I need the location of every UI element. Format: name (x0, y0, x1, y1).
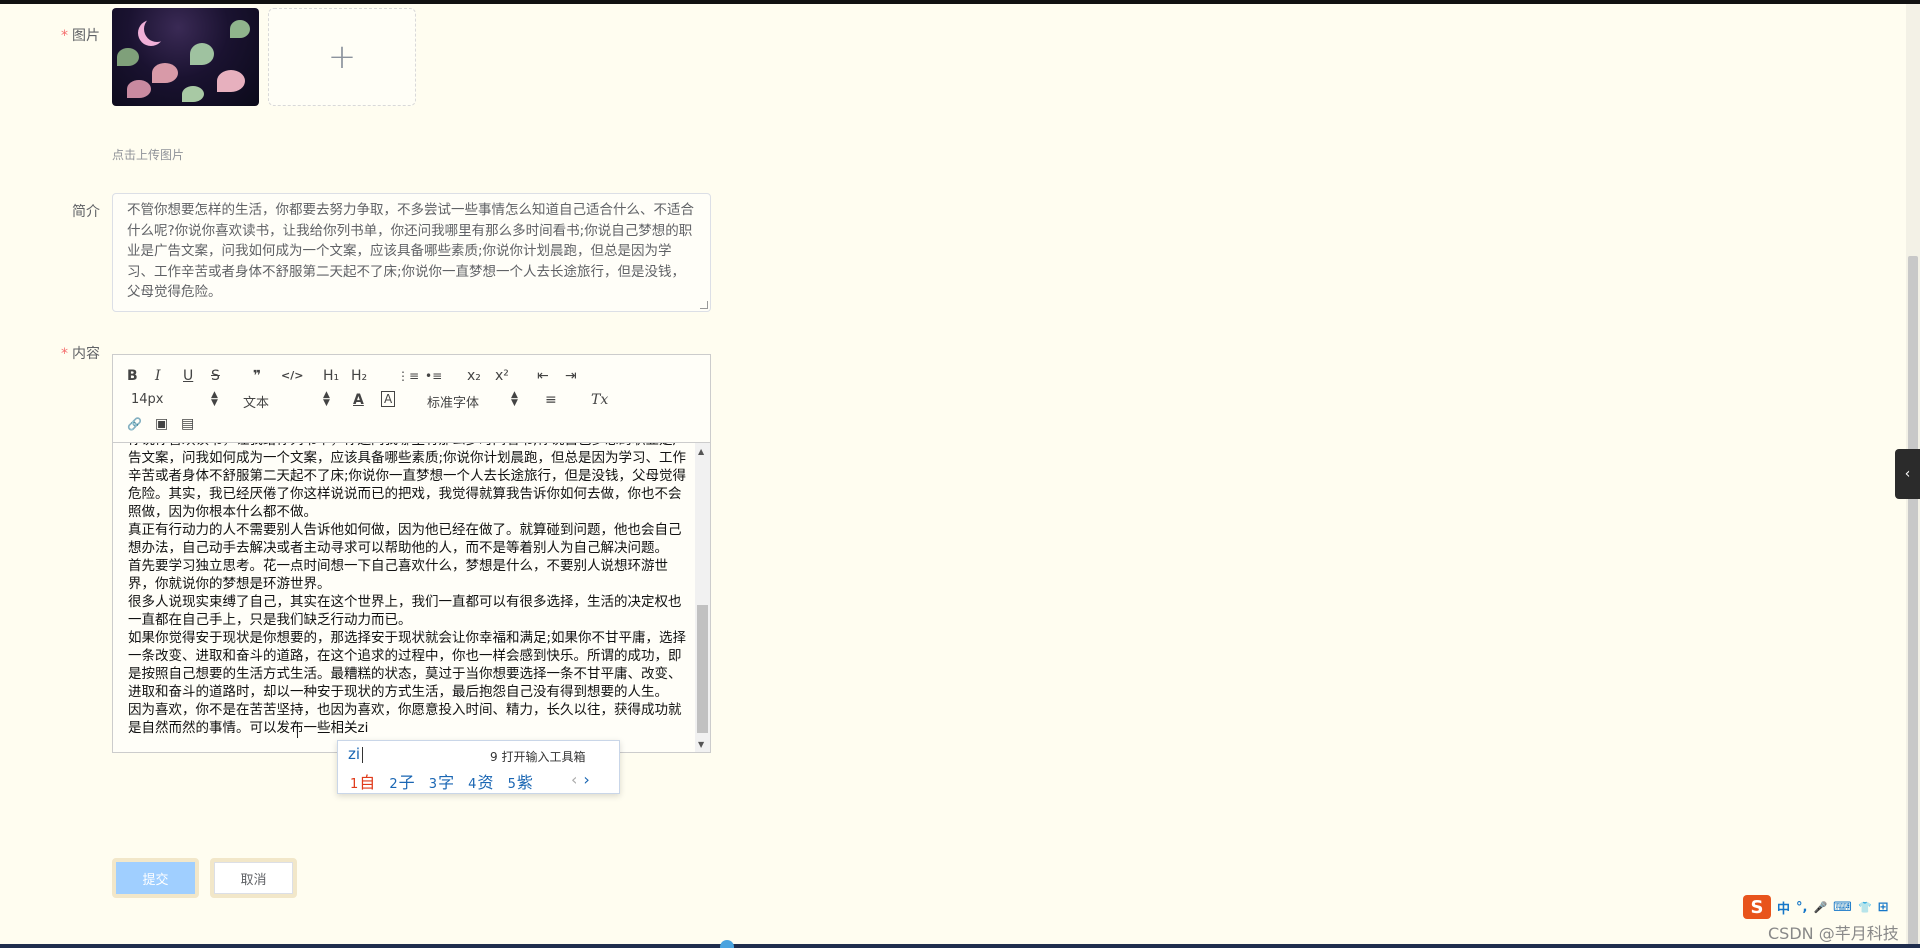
code-block-button[interactable]: </> (281, 367, 303, 385)
image-insert-button[interactable]: ▣ (155, 415, 168, 433)
clean-format-button[interactable]: Tx (591, 391, 608, 409)
italic-button[interactable]: I (155, 367, 161, 385)
editor-paragraph: 因为喜欢，你不是在苦苦坚持，也因为喜欢，你愿意投入时间、精力，长久以往，获得成功… (128, 702, 682, 736)
editor-paragraph: 如果你觉得安于现状是你想要的，那选择安于现状就会让你幸福和满足;如果你不甘平庸，… (128, 630, 687, 700)
header1-button[interactable]: H₁ (323, 367, 339, 385)
editor-paragraph: 首先要学习独立思考。花一点时间想一下自己喜欢什么，梦想是什么，不要别人说想环游世… (128, 558, 668, 592)
ime-candidate[interactable]: 2子 (389, 773, 414, 792)
bold-button[interactable]: B (127, 367, 138, 385)
size-picker[interactable]: 14px ▲ ▼ (131, 391, 221, 410)
blockquote-button[interactable]: ❞ (253, 367, 261, 385)
header-picker[interactable]: 文本 ▲ ▼ (243, 391, 333, 412)
underline-button[interactable]: U (183, 367, 193, 385)
cancel-button[interactable]: 取消 (210, 858, 297, 898)
image-label: * 图片 (61, 28, 100, 44)
intro-textarea[interactable]: 不管你想要怎样的生活，你都要去努力争取，不多尝试一些事情怎么知道自己适合什么、不… (112, 193, 711, 312)
moon-shape (144, 16, 170, 42)
apps-icon[interactable]: ⊞ (1878, 900, 1889, 915)
taskbar-indicator (720, 940, 734, 948)
chevron-down-icon: ▼ (211, 398, 218, 408)
ime-status-bar: S 中 °, 🎤 ⌨ 👕 ⊞ (1743, 893, 1920, 921)
ime-prev-icon[interactable]: ‹ (571, 770, 577, 789)
plus-icon: + (327, 37, 357, 77)
keyboard-icon[interactable]: ⌨ (1833, 900, 1852, 915)
editor-toolbar: B I U S ❞ </> H₁ H₂ ⋮≡ •≡ x₂ x² ⇤ ⇥ 14px… (112, 354, 711, 443)
subscript-button[interactable]: x₂ (467, 367, 481, 385)
chevron-down-icon: ▼ (511, 398, 518, 408)
scroll-down-icon[interactable]: ▼ (698, 740, 704, 749)
page-scroll-thumb[interactable] (1908, 256, 1918, 946)
chevron-left-icon: ‹ (1904, 466, 1911, 482)
ime-page-nav: ‹ › (571, 770, 590, 789)
taskbar-edge (0, 944, 1920, 948)
mic-icon[interactable]: 🎤 (1813, 901, 1827, 914)
punctuation-icon[interactable]: °, (1796, 900, 1807, 915)
text-color-button[interactable]: A (353, 391, 364, 409)
scroll-up-icon[interactable]: ▲ (698, 447, 704, 456)
side-collapse-tab[interactable]: ‹ (1895, 449, 1920, 499)
video-insert-button[interactable]: ▤ (181, 415, 194, 433)
required-mark: * (61, 28, 68, 44)
ime-candidate-window: zi 9 打开输入工具箱 1自 2子 3字 4资 5紫 ‹ › (337, 740, 620, 794)
ime-next-icon[interactable]: › (583, 770, 589, 789)
align-button[interactable]: ≡ (545, 391, 557, 409)
uploaded-image-thumbnail[interactable] (112, 8, 259, 106)
ime-candidate[interactable]: 4资 (468, 773, 493, 792)
outdent-button[interactable]: ⇤ (537, 367, 549, 385)
editor-paragraph: 很多人说现实束缚了自己，其实在这个世界上，我们一直都可以有很多选择，生活的决定权… (128, 594, 682, 628)
editor-content-area[interactable]: 你说你喜欢读书，让我给你列书单，你还问我哪里有那么多时间看书;你说自己梦想的职业… (112, 443, 711, 753)
lang-toggle[interactable]: 中 (1777, 898, 1790, 917)
editor-paragraph: 你说你喜欢读书，让我给你列书单，你还问我哪里有那么多时间看书;你说自己梦想的职业… (128, 443, 687, 520)
ime-candidates: 1自 2子 3字 4资 5紫 (350, 769, 542, 793)
image-upload-button[interactable]: + (268, 8, 416, 106)
ime-pinyin: zi (348, 745, 361, 763)
chevron-down-icon: ▼ (323, 398, 330, 408)
header2-button[interactable]: H₂ (351, 367, 367, 385)
content-label: * 内容 (61, 346, 100, 362)
ordered-list-button[interactable]: ⋮≡ (397, 367, 419, 385)
required-mark: * (61, 346, 68, 362)
window-top-bar (0, 0, 1920, 4)
sogou-logo-icon[interactable]: S (1743, 895, 1771, 919)
ime-candidate[interactable]: 3字 (429, 773, 454, 792)
ime-candidate[interactable]: 1自 (350, 773, 375, 792)
submit-button[interactable]: 提交 (112, 858, 199, 898)
editor-scroll-thumb[interactable] (697, 605, 708, 733)
indent-button[interactable]: ⇥ (565, 367, 577, 385)
editor-text[interactable]: 你说你喜欢读书，让我给你列书单，你还问我哪里有那么多时间看书;你说自己梦想的职业… (128, 443, 688, 737)
ime-caret (362, 747, 363, 763)
font-picker[interactable]: 标准字体 ▲ ▼ (427, 391, 521, 412)
upload-tip: 点击上传图片 (112, 148, 185, 162)
strike-button[interactable]: S (211, 367, 220, 385)
ime-toolbox-tip[interactable]: 9 打开输入工具箱 (490, 748, 585, 765)
superscript-button[interactable]: x² (495, 367, 509, 385)
resize-handle[interactable] (700, 301, 708, 309)
link-button[interactable]: 🔗 (127, 415, 142, 433)
intro-label: 简介 (72, 204, 100, 220)
editor-scrollbar[interactable]: ▲ ▼ (695, 443, 710, 752)
bullet-list-button[interactable]: •≡ (425, 367, 442, 385)
background-color-button[interactable]: A (381, 391, 396, 407)
editor-paragraph: 真正有行动力的人不需要别人告诉他如何做，因为他已经在做了。就算碰到问题，他也会自… (128, 522, 682, 556)
ime-candidate[interactable]: 5紫 (508, 773, 533, 792)
text-cursor (297, 722, 298, 738)
watermark: CSDN @芊月科技 (1768, 924, 1899, 943)
skin-icon[interactable]: 👕 (1858, 901, 1872, 914)
